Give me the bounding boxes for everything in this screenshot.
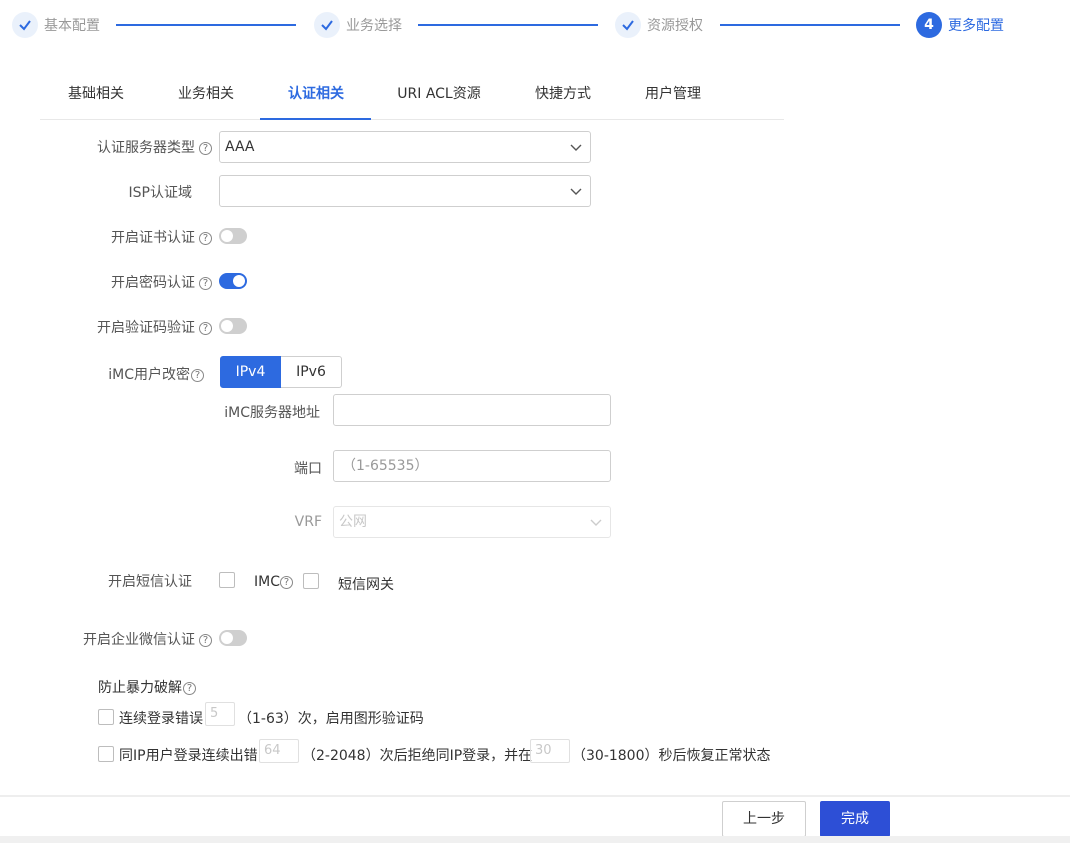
password-auth-label: 开启密码认证? <box>60 272 212 292</box>
help-icon[interactable]: ? <box>199 634 212 647</box>
cert-auth-toggle[interactable] <box>219 228 247 244</box>
isp-domain-label: ISP认证域 <box>128 185 192 201</box>
bottom-strip <box>0 836 1070 843</box>
finish-button[interactable]: 完成 <box>820 801 890 837</box>
step-basic-config: 基本配置 <box>12 11 100 39</box>
tab-basic[interactable]: 基础相关 <box>68 73 124 119</box>
ipv6-option[interactable]: IPv6 <box>281 356 342 388</box>
rule1-prefix: 连续登录错误 <box>119 711 203 727</box>
step-label: 业务选择 <box>346 18 402 34</box>
sms-auth-label: 开启短信认证 <box>108 574 192 590</box>
tab-user-mgmt[interactable]: 用户管理 <box>644 73 702 119</box>
step-label: 更多配置 <box>948 18 1004 34</box>
login-error-count-input[interactable]: 5 <box>205 702 235 726</box>
imc-option-label: IMC? <box>254 574 293 590</box>
login-error-captcha-checkbox[interactable] <box>98 709 114 725</box>
rule2-suffix: （30-1800）秒后恢复正常状态 <box>572 748 771 764</box>
check-icon <box>314 12 340 38</box>
step-connector <box>418 24 598 26</box>
chevron-down-icon <box>570 188 582 195</box>
help-icon[interactable]: ? <box>199 232 212 245</box>
toggle-knob <box>221 230 233 242</box>
prev-step-button[interactable]: 上一步 <box>722 801 806 837</box>
brute-force-title: 防止暴力破解? <box>98 677 196 697</box>
help-icon[interactable]: ? <box>199 277 212 290</box>
recover-seconds-input[interactable]: 30 <box>530 739 570 763</box>
rule1-suffix: （1-63）次，启用图形验证码 <box>238 711 424 727</box>
port-label: 端口 <box>294 461 322 477</box>
same-ip-block-checkbox[interactable] <box>98 746 114 762</box>
ipv4-option[interactable]: IPv4 <box>220 356 281 388</box>
help-icon[interactable]: ? <box>199 142 212 155</box>
toggle-knob <box>221 632 233 644</box>
wechat-auth-label: 开启企业微信认证? <box>40 629 212 649</box>
tab-uri-acl[interactable]: URI ACL资源 <box>396 73 482 119</box>
config-tabs: 基础相关 业务相关 认证相关 URI ACL资源 快捷方式 用户管理 <box>40 73 784 120</box>
tab-auth[interactable]: 认证相关 <box>288 73 344 119</box>
auth-server-type-label: 认证服务器类型? <box>60 137 212 157</box>
cert-auth-label: 开启证书认证? <box>60 227 212 247</box>
vrf-label: VRF <box>294 514 322 530</box>
rule2-prefix: 同IP用户登录连续出错 <box>119 748 258 764</box>
auth-server-type-select[interactable]: AAA <box>219 131 591 163</box>
help-icon[interactable]: ? <box>183 682 196 695</box>
step-number: 4 <box>916 12 942 38</box>
step-business-select: 业务选择 <box>314 11 402 39</box>
sms-gateway-label: 短信网关 <box>338 577 394 593</box>
imc-checkbox[interactable] <box>219 572 235 588</box>
step-label: 基本配置 <box>44 18 100 34</box>
step-resource-auth: 资源授权 <box>615 11 703 39</box>
isp-domain-select[interactable] <box>219 175 591 207</box>
port-input[interactable]: （1-65535） <box>333 450 611 482</box>
step-label: 资源授权 <box>647 18 703 34</box>
sms-gateway-checkbox[interactable] <box>303 573 319 589</box>
captcha-auth-label: 开启验证码验证? <box>40 317 212 337</box>
ip-version-toggle: IPv4 IPv6 <box>220 356 342 388</box>
help-icon[interactable]: ? <box>191 369 204 382</box>
rule2-middle: （2-2048）次后拒绝同IP登录，并在 <box>302 748 533 764</box>
imc-change-pwd-label: iMC用户改密? <box>60 364 204 384</box>
tab-business[interactable]: 业务相关 <box>178 73 234 119</box>
check-icon <box>615 12 641 38</box>
check-icon <box>12 12 38 38</box>
step-connector <box>116 24 296 26</box>
help-icon[interactable]: ? <box>199 322 212 335</box>
chevron-down-icon <box>570 144 582 151</box>
password-auth-toggle[interactable] <box>219 273 247 289</box>
captcha-auth-toggle[interactable] <box>219 318 247 334</box>
tab-shortcut[interactable]: 快捷方式 <box>534 73 592 119</box>
imc-server-addr-input[interactable] <box>333 394 611 426</box>
help-icon[interactable]: ? <box>279 576 293 589</box>
step-more-config: 4 更多配置 <box>916 11 1004 39</box>
toggle-knob <box>221 320 233 332</box>
chevron-down-icon <box>590 519 602 526</box>
imc-server-addr-label: iMC服务器地址 <box>224 405 320 421</box>
step-connector <box>720 24 900 26</box>
vrf-select: 公网 <box>333 506 611 538</box>
wechat-auth-toggle[interactable] <box>219 630 247 646</box>
same-ip-error-count-input[interactable]: 64 <box>259 739 299 763</box>
active-tab-indicator <box>260 118 371 120</box>
stepper: 基本配置 业务选择 资源授权 4 更多配置 <box>12 11 1052 39</box>
toggle-knob <box>233 275 245 287</box>
